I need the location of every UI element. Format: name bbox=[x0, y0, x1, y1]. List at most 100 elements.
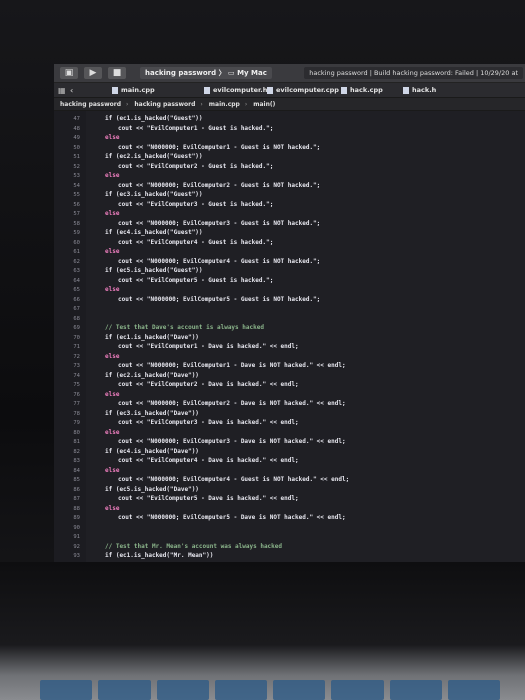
key bbox=[214, 680, 267, 700]
code-line[interactable]: 59 if (ec4.is_hacked("Guest")) bbox=[54, 229, 525, 237]
code-text: cout << "N000000; EvilComputer5 - Guest … bbox=[118, 295, 321, 303]
code-line[interactable]: 91 bbox=[54, 533, 525, 541]
line-number: 72 bbox=[73, 353, 80, 360]
code-line[interactable]: 72 else bbox=[54, 353, 525, 361]
tab-evilcomputer-h[interactable]: evilcomputer.h bbox=[204, 86, 267, 94]
key bbox=[273, 680, 326, 700]
code-line[interactable]: 58 cout << "N000000; EvilComputer3 - Gues… bbox=[54, 220, 525, 228]
code-line[interactable]: 73 cout << "N000000; EvilComputer1 - Dave… bbox=[54, 362, 525, 370]
tab-label: hack.h bbox=[412, 86, 437, 94]
line-number: 61 bbox=[73, 249, 80, 255]
grid-icon[interactable]: ▦ bbox=[58, 86, 66, 95]
code-line[interactable]: 48 cout << "EvilComputer1 - Guest is hack… bbox=[54, 125, 525, 133]
tab-main-cpp[interactable]: main.cpp bbox=[112, 86, 155, 94]
code-line[interactable]: 80 else bbox=[54, 429, 525, 437]
line-number: 84 bbox=[73, 467, 80, 474]
line-number: 51 bbox=[73, 154, 80, 160]
line-number: 76 bbox=[73, 391, 80, 398]
line-number: 83 bbox=[73, 458, 80, 464]
run-button-icon[interactable]: ▶ bbox=[84, 67, 102, 79]
code-line[interactable]: 50 cout << "N000000; EvilComputer1 - Gues… bbox=[54, 144, 525, 152]
code-line[interactable]: 93 if (ec1.is_hacked("Mr. Mean")) bbox=[54, 552, 525, 560]
code-line[interactable]: 64 cout << "EvilComputer5 - Guest is hack… bbox=[54, 277, 525, 285]
line-number: 73 bbox=[73, 363, 80, 369]
line-number: 50 bbox=[73, 144, 80, 151]
sidebar-toggle-icon[interactable]: ▣ bbox=[60, 67, 78, 79]
code-line[interactable]: 90 bbox=[54, 524, 525, 532]
code-line[interactable]: 84 else bbox=[54, 467, 525, 475]
code-line[interactable]: 49 else bbox=[54, 134, 525, 142]
line-number: 70 bbox=[73, 334, 80, 341]
tab-label: evilcomputer.cpp bbox=[276, 86, 339, 94]
code-line[interactable]: 56 cout << "EvilComputer3 - Guest is hack… bbox=[54, 201, 525, 209]
code-text: else bbox=[105, 172, 120, 179]
code-line[interactable]: 55 if (ec3.is_hacked("Guest")) bbox=[54, 191, 525, 199]
code-line[interactable]: 88 else bbox=[54, 505, 525, 513]
line-number: 77 bbox=[73, 401, 80, 407]
code-text: else bbox=[105, 504, 120, 512]
code-line[interactable]: 75 cout << "EvilComputer2 - Dave is hacke… bbox=[54, 381, 525, 389]
code-line[interactable]: 69 // Test that Dave's account is always … bbox=[54, 324, 525, 332]
breadcrumb-project[interactable]: hacking password bbox=[60, 101, 121, 108]
code-line[interactable]: 61 else bbox=[54, 248, 525, 256]
code-line[interactable]: 81 cout << "N000000; EvilComputer3 - Dave… bbox=[54, 438, 525, 446]
code-text: if (ec4.is_hacked("Guest")) bbox=[105, 229, 203, 236]
line-number: 53 bbox=[73, 173, 80, 179]
build-status: hacking password | Build hacking passwor… bbox=[304, 67, 523, 79]
code-line[interactable]: 78 if (ec3.is_hacked("Dave")) bbox=[54, 410, 525, 418]
code-line[interactable]: 65 else bbox=[54, 286, 525, 294]
code-text: if (ec1.is_hacked("Mr. Mean")) bbox=[105, 552, 214, 559]
line-number: 89 bbox=[73, 515, 80, 521]
code-line[interactable]: 68 bbox=[54, 315, 525, 323]
code-line[interactable]: 70 if (ec1.is_hacked("Dave")) bbox=[54, 334, 525, 342]
code-line[interactable]: 71 cout << "EvilComputer1 - Dave is hacke… bbox=[54, 343, 525, 351]
code-line[interactable]: 82 if (ec4.is_hacked("Dave")) bbox=[54, 448, 525, 456]
line-number: 60 bbox=[73, 239, 80, 246]
line-number: 63 bbox=[73, 268, 80, 274]
code-line[interactable]: 60 cout << "EvilComputer4 - Guest is hack… bbox=[54, 239, 525, 247]
line-number: 90 bbox=[73, 524, 80, 531]
code-line[interactable]: 67 bbox=[54, 305, 525, 313]
scheme-selector[interactable]: hacking password 〉 ▭ My Mac bbox=[140, 67, 272, 79]
code-text: cout << "EvilComputer1 - Dave is hacked.… bbox=[118, 343, 299, 350]
code-line[interactable]: 54 cout << "N000000; EvilComputer2 - Gues… bbox=[54, 182, 525, 190]
chevron-right-icon: › bbox=[200, 100, 203, 108]
code-text: cout << "N000000; EvilComputer3 - Dave i… bbox=[118, 438, 346, 445]
code-line[interactable]: 74 if (ec2.is_hacked("Dave")) bbox=[54, 372, 525, 380]
code-line[interactable]: 87 cout << "EvilComputer5 - Dave is hacke… bbox=[54, 495, 525, 503]
line-number: 93 bbox=[73, 553, 80, 559]
code-line[interactable]: 51 if (ec2.is_hacked("Guest")) bbox=[54, 153, 525, 161]
tab-hack-h[interactable]: hack.h bbox=[403, 86, 436, 94]
code-editor[interactable]: 47 if (ec1.is_hacked("Guest")) 48 cout << "… bbox=[54, 111, 525, 562]
code-line[interactable]: 53 else bbox=[54, 172, 525, 180]
code-line[interactable]: 92 // Test that Mr. Mean's account was al… bbox=[54, 543, 525, 551]
code-text: else bbox=[105, 286, 120, 293]
breadcrumb-function[interactable]: main() bbox=[253, 101, 275, 108]
code-line[interactable]: 62 cout << "N000000; EvilComputer4 - Gues… bbox=[54, 258, 525, 266]
device-label: My Mac bbox=[237, 69, 267, 77]
code-line[interactable]: 77 cout << "N000000; EvilComputer2 - Dave… bbox=[54, 400, 525, 408]
breadcrumb-file[interactable]: main.cpp bbox=[209, 101, 240, 108]
code-line[interactable]: 63 if (ec5.is_hacked("Guest")) bbox=[54, 267, 525, 275]
code-line[interactable]: 83 cout << "EvilComputer4 - Dave is hacke… bbox=[54, 457, 525, 465]
tab-hack-cpp[interactable]: hack.cpp bbox=[341, 86, 383, 94]
back-arrow-icon[interactable]: ‹ bbox=[70, 86, 73, 95]
tab-evilcomputer-cpp[interactable]: evilcomputer.cpp bbox=[267, 86, 339, 94]
code-line[interactable]: 47 if (ec1.is_hacked("Guest")) bbox=[54, 115, 525, 123]
code-line[interactable]: 66 cout << "N000000; EvilComputer5 - Gues… bbox=[54, 296, 525, 304]
code-line[interactable]: 79 cout << "EvilComputer3 - Dave is hacke… bbox=[54, 419, 525, 427]
breadcrumb-folder[interactable]: hacking password bbox=[134, 101, 195, 108]
code-line[interactable]: 85 cout << "N000000; EvilComputer4 - Gues… bbox=[54, 476, 525, 484]
code-line[interactable]: 89 cout << "N000000; EvilComputer5 - Dave… bbox=[54, 514, 525, 522]
header-file-icon bbox=[403, 86, 409, 94]
stop-button-icon[interactable]: ■ bbox=[108, 67, 126, 79]
header-file-icon bbox=[204, 86, 210, 94]
code-line[interactable]: 52 cout << "EvilComputer2 - Guest is hack… bbox=[54, 163, 525, 171]
line-number: 80 bbox=[73, 429, 80, 436]
code-line[interactable]: 57 else bbox=[54, 210, 525, 218]
line-number: 82 bbox=[73, 448, 80, 455]
code-line[interactable]: 86 if (ec5.is_hacked("Dave")) bbox=[54, 486, 525, 494]
code-text: else bbox=[105, 248, 120, 255]
code-line[interactable]: 76 else bbox=[54, 391, 525, 399]
code-text: cout << "N000000; EvilComputer2 - Guest … bbox=[118, 181, 321, 189]
